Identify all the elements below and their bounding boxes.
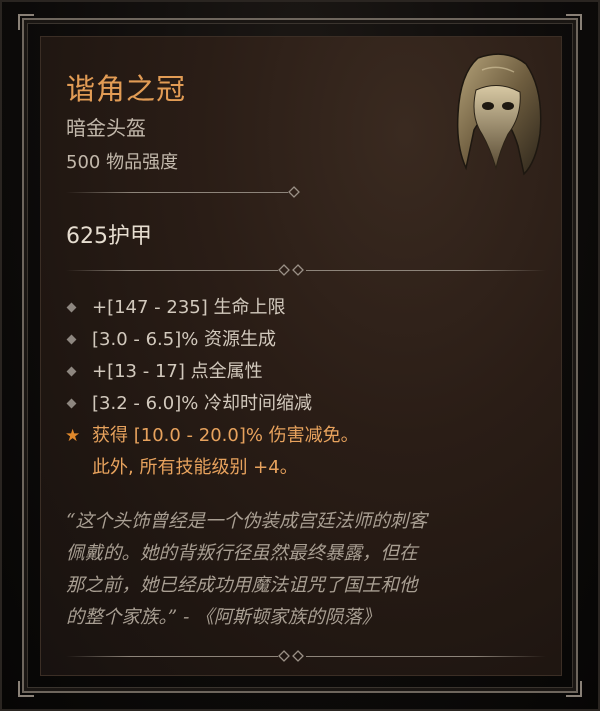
- flavor-line: 的整个家族。” - 《阿斯顿家族的陨落》: [66, 607, 381, 628]
- section-divider: [66, 264, 546, 276]
- star-bullet-icon: ★: [65, 426, 81, 446]
- flavor-line: 佩戴的。她的背叛行径虽然最终暴露，但在: [66, 543, 418, 564]
- helm-icon: [456, 53, 542, 176]
- armor-value: 625护甲: [66, 224, 152, 249]
- flavor-line: 那之前，她已经成功用魔法诅咒了国王和他: [66, 575, 418, 596]
- flavor-line: “这个头饰曾经是一个伪装成宫廷法师的刺客: [66, 511, 427, 532]
- stat-text: [3.2 - 6.0]% 冷却时间缩减: [92, 393, 313, 414]
- unique-power-continuation: 此外, 所有技能级别 +4。: [66, 452, 546, 484]
- diamond-bullet-icon: [66, 302, 77, 313]
- section-divider: [66, 650, 546, 662]
- unique-power-text: 获得 [10.0 - 20.0]% 伤害减免。: [92, 425, 359, 446]
- flavor-text: “这个头饰曾经是一个伪装成宫廷法师的刺客 佩戴的。她的背叛行径虽然最终暴露，但在…: [66, 506, 536, 634]
- diamond-bullet-icon: [66, 366, 77, 377]
- item-name: 谐角之冠: [66, 72, 187, 106]
- item-type: 暗金头盔: [66, 116, 146, 140]
- diamond-bullet-icon: [66, 334, 77, 345]
- stat-affix: [3.2 - 6.0]% 冷却时间缩减: [66, 388, 546, 420]
- stat-affix: [3.0 - 6.5]% 资源生成: [66, 324, 546, 356]
- diamond-bullet-icon: [66, 398, 77, 409]
- corner-ornament: [566, 681, 582, 697]
- item-power: 500 物品强度: [66, 152, 179, 173]
- stat-affix: +[13 - 17] 点全属性: [66, 356, 546, 388]
- stat-text: +[13 - 17] 点全属性: [92, 361, 263, 382]
- corner-ornament: [18, 681, 34, 697]
- unique-power-text: 此外, 所有技能级别 +4。: [92, 457, 298, 478]
- unique-power: ★ 获得 [10.0 - 20.0]% 伤害减免。: [65, 420, 546, 452]
- corner-ornament: [566, 14, 582, 30]
- corner-ornament: [18, 14, 34, 30]
- section-divider: [66, 186, 306, 198]
- stat-text: +[147 - 235] 生命上限: [92, 297, 286, 318]
- stat-text: [3.0 - 6.5]% 资源生成: [92, 329, 277, 350]
- stat-affix: +[147 - 235] 生命上限: [66, 292, 546, 324]
- item-stats-list: +[147 - 235] 生命上限 [3.0 - 6.5]% 资源生成 +[13…: [65, 292, 546, 484]
